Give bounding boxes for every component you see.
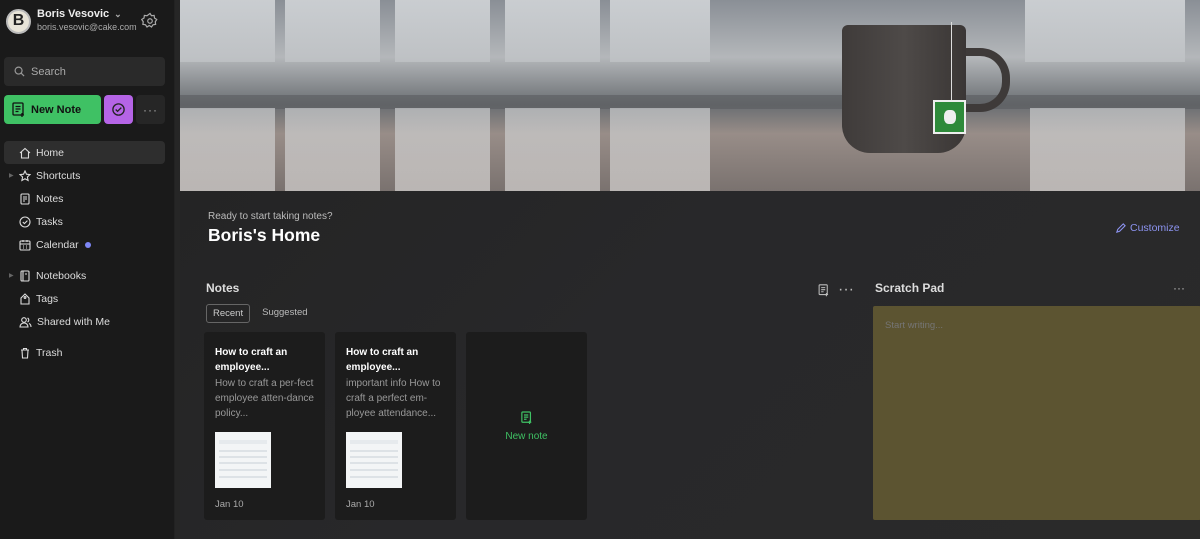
sidebar-item-shortcuts[interactable]: ▶ Shortcuts xyxy=(4,164,165,187)
new-note-icon xyxy=(12,101,24,117)
task-icon xyxy=(112,103,125,116)
nav-label: Shortcuts xyxy=(36,169,81,182)
people-icon xyxy=(19,316,32,328)
note-thumbnail xyxy=(346,432,402,488)
scratch-pad-input[interactable] xyxy=(873,306,1200,520)
expand-caret-icon[interactable]: ▶ xyxy=(9,172,14,179)
nav-label: Notes xyxy=(36,192,64,205)
check-circle-icon xyxy=(19,215,31,228)
home-icon xyxy=(19,147,31,159)
sidebar: B Boris Vesovic ⌄ boris.vesovic@cake.com … xyxy=(0,0,175,539)
sidebar-nav: Home ▶ Shortcuts Notes Tasks Calendar ▶ … xyxy=(4,141,165,364)
search-icon xyxy=(14,66,25,77)
nav-label: Tasks xyxy=(36,215,63,228)
sidebar-item-calendar[interactable]: Calendar xyxy=(4,233,165,256)
customize-label: Customize xyxy=(1130,222,1180,234)
nav-label: Tags xyxy=(36,292,59,305)
page-title: Boris's Home xyxy=(208,225,321,245)
evernote-logo-icon xyxy=(933,100,966,134)
nav-label: Home xyxy=(36,146,65,159)
more-actions-button[interactable]: ··· xyxy=(136,95,165,124)
sidebar-item-home[interactable]: Home xyxy=(4,141,165,164)
sidebar-item-tasks[interactable]: Tasks xyxy=(4,210,165,233)
note-title: How to craft an employee... xyxy=(215,347,288,373)
search-input[interactable]: Search xyxy=(4,57,165,86)
hero-banner-image xyxy=(180,0,1200,191)
nav-label: Shared with Me xyxy=(37,315,110,328)
gear-icon[interactable] xyxy=(141,12,159,30)
note-card[interactable]: How to craft an employee... How to craft… xyxy=(204,332,325,520)
tab-recent[interactable]: Recent xyxy=(206,304,251,323)
new-note-button[interactable]: New Note xyxy=(4,95,101,124)
note-snippet: How to craft a per-fect employee atten-d… xyxy=(215,378,314,419)
expand-caret-icon[interactable]: ▶ xyxy=(9,272,14,279)
account-switcher[interactable]: B Boris Vesovic ⌄ boris.vesovic@cake.com xyxy=(6,8,137,34)
tab-suggested[interactable]: Suggested xyxy=(256,304,313,323)
new-note-label: New note xyxy=(505,430,548,442)
new-task-button[interactable] xyxy=(104,95,133,124)
search-placeholder: Search xyxy=(31,65,66,78)
account-email: boris.vesovic@cake.com xyxy=(37,22,137,32)
scratch-pad-heading: Scratch Pad xyxy=(875,281,945,295)
tag-icon xyxy=(20,292,30,305)
notification-dot xyxy=(84,241,91,248)
star-icon xyxy=(19,169,31,182)
note-date: Jan 10 xyxy=(215,499,244,510)
nav-label: Calendar xyxy=(36,238,79,251)
calendar-icon xyxy=(19,239,31,251)
chevron-down-icon: ⌄ xyxy=(114,9,122,19)
trash-icon xyxy=(21,347,29,359)
note-snippet: important info How to craft a perfect em… xyxy=(346,378,441,419)
new-note-card[interactable]: New note xyxy=(466,332,587,520)
customize-button[interactable]: Customize xyxy=(1115,222,1180,234)
notes-widget-heading: Notes xyxy=(206,281,240,295)
pencil-icon xyxy=(1115,222,1126,233)
new-note-icon xyxy=(520,410,531,424)
note-date: Jan 10 xyxy=(346,499,375,510)
notebook-icon xyxy=(20,269,30,282)
sidebar-item-tags[interactable]: Tags xyxy=(4,287,165,310)
main-content: Ready to start taking notes? Boris's Hom… xyxy=(180,0,1200,539)
note-card[interactable]: How to craft an employee... important in… xyxy=(335,332,456,520)
new-note-label: New Note xyxy=(31,103,82,116)
sidebar-item-shared[interactable]: Shared with Me xyxy=(4,310,165,333)
new-note-icon[interactable] xyxy=(818,283,830,297)
home-greeting: Ready to start taking notes? xyxy=(208,211,333,222)
sidebar-item-notes[interactable]: Notes xyxy=(4,187,165,210)
nav-label: Notebooks xyxy=(36,269,87,282)
nav-label: Trash xyxy=(36,346,63,359)
avatar: B xyxy=(6,8,31,34)
note-thumbnail xyxy=(215,432,271,488)
sidebar-item-trash[interactable]: Trash xyxy=(4,341,165,364)
note-icon xyxy=(20,192,30,205)
scratch-pad-more-button[interactable]: ··· xyxy=(1173,281,1185,295)
note-title: How to craft an employee... xyxy=(346,347,419,373)
account-name: Boris Vesovic xyxy=(37,8,110,20)
notes-more-button[interactable]: ··· xyxy=(838,281,854,299)
sidebar-item-notebooks[interactable]: ▶ Notebooks xyxy=(4,264,165,287)
